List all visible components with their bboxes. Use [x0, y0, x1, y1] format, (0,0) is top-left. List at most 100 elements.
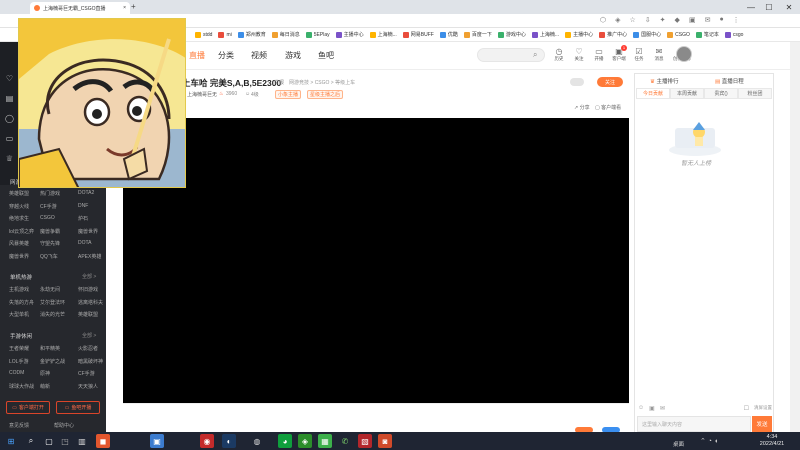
section-title[interactable]: 单机热游: [10, 273, 32, 281]
category-item[interactable]: 王者荣耀: [9, 345, 29, 352]
rank-alt[interactable]: ▤ 直播日程: [715, 77, 744, 85]
nav-video[interactable]: 视频: [251, 50, 267, 61]
category-item[interactable]: CF手游: [40, 203, 57, 210]
category-item[interactable]: 守望先锋: [40, 240, 60, 247]
tab-close-icon[interactable]: ×: [123, 5, 126, 11]
category-item[interactable]: 金铲铲之战: [40, 358, 65, 365]
minimize-button[interactable]: —: [742, 1, 760, 13]
user-avatar[interactable]: [676, 46, 692, 62]
category-item[interactable]: 失落的方舟: [9, 299, 34, 306]
category-item[interactable]: 天天狼人: [78, 383, 98, 390]
category-item[interactable]: 穿越火线: [9, 203, 29, 210]
header-message-link[interactable]: ✉ 消息: [649, 47, 669, 62]
client-watch-link[interactable]: ▢ 客户端看: [595, 104, 621, 111]
gift-chat-icon[interactable]: ✉: [660, 405, 665, 412]
bookmark-item[interactable]: 百度一下: [463, 31, 492, 38]
rank-title[interactable]: ♛ 主播排行: [650, 77, 678, 85]
category-item[interactable]: 和平精英: [40, 345, 60, 352]
taskbar-app-icon[interactable]: ▥: [75, 434, 89, 448]
category-item[interactable]: QQ飞车: [40, 253, 58, 260]
category-item[interactable]: DOTA2: [78, 190, 94, 196]
open-client-button[interactable]: ▭ 客户端打开: [6, 401, 50, 414]
streamer-name[interactable]: 上海楠哥巨无: [187, 91, 217, 98]
category-item[interactable]: CF手游: [78, 370, 95, 377]
help-link[interactable]: 帮助中心: [54, 422, 74, 429]
category-item[interactable]: 炉石: [78, 215, 88, 222]
taskbar-app-icon[interactable]: ◍: [250, 434, 264, 448]
section-more-link[interactable]: 全部 >: [82, 178, 790, 185]
task-view-icon[interactable]: ▢: [42, 434, 56, 448]
nav-category[interactable]: 分类: [218, 50, 234, 61]
fishbar-broadcast-button[interactable]: ▭ 鱼吧开播: [56, 401, 100, 414]
tab-week[interactable]: 本周贡献: [670, 88, 704, 99]
chat-input[interactable]: 这里输入聊天内容: [637, 416, 751, 432]
book-icon[interactable]: ▤: [5, 94, 14, 103]
category-item[interactable]: 球球大作战: [9, 383, 34, 390]
bookmark-item[interactable]: CSGO: [667, 31, 690, 38]
tray-icons[interactable]: ⌃ ◔ ◖: [700, 437, 718, 445]
clear-chat-checkbox[interactable]: ☐: [744, 405, 749, 412]
bookmark-item[interactable]: 上海楠...: [531, 31, 559, 38]
tab-fans[interactable]: 粉丝团: [738, 88, 772, 99]
close-window-button[interactable]: ✕: [780, 1, 798, 13]
heart-icon[interactable]: ♡: [5, 74, 14, 83]
category-item[interactable]: 暗黑破坏神: [78, 358, 103, 365]
taskbar-app-icon[interactable]: ◙: [378, 434, 392, 448]
video-icon[interactable]: ▭: [5, 134, 14, 143]
category-item[interactable]: 原神: [40, 370, 50, 377]
trophy-icon[interactable]: ♕: [5, 154, 14, 163]
maximize-button[interactable]: ☐: [760, 1, 778, 13]
follow-button[interactable]: 关注: [597, 77, 623, 87]
image-icon[interactable]: ▣: [649, 405, 655, 412]
category-item[interactable]: 艾尔登法环: [40, 299, 65, 306]
wechat-icon[interactable]: ✆: [338, 434, 352, 448]
category-item[interactable]: 大型单机: [9, 311, 29, 318]
page-scrollbar[interactable]: [790, 42, 800, 440]
header-follow-link[interactable]: ♡ 关注: [569, 47, 589, 62]
star-icon[interactable]: ☆: [630, 16, 636, 24]
send-button[interactable]: 发送: [752, 416, 772, 432]
category-item[interactable]: DNF: [78, 203, 88, 209]
browser-tab[interactable]: 上海楠哥巨无霸_CSGO直播 ×: [30, 2, 130, 14]
bookmark-item[interactable]: 5EPlay: [305, 31, 330, 38]
taskbar-app-icon[interactable]: ◈: [298, 434, 312, 448]
toggle-switch[interactable]: [570, 78, 584, 86]
category-item[interactable]: 魔兽争霸: [40, 228, 60, 235]
category-item[interactable]: 热门游戏: [40, 190, 60, 197]
puzzle-icon[interactable]: ✦: [660, 16, 666, 24]
category-item[interactable]: CSGO: [40, 215, 55, 221]
category-item[interactable]: 消失的光芒: [40, 311, 65, 318]
category-item[interactable]: 英雄联盟: [78, 311, 98, 318]
translate-icon[interactable]: ◈: [615, 16, 620, 24]
taskbar-desktop[interactable]: 桌面: [673, 440, 684, 448]
category-item[interactable]: lol云顶之弈: [9, 228, 34, 235]
bookmark-item[interactable]: 国服中心: [633, 31, 661, 38]
share-link[interactable]: ↗ 分享: [574, 104, 590, 111]
section-title[interactable]: 手游休闲: [10, 332, 32, 340]
video-player[interactable]: [123, 118, 629, 403]
taskbar-app-icon[interactable]: ◉: [200, 434, 214, 448]
windows-start-icon[interactable]: ⊞: [4, 434, 18, 448]
shield-icon[interactable]: ◆: [675, 16, 680, 24]
category-item[interactable]: 英雄联盟: [9, 190, 29, 197]
category-item[interactable]: 永劫无间: [40, 286, 60, 293]
category-item[interactable]: 魔兽世界: [78, 228, 98, 235]
category-item[interactable]: APEX英雄: [78, 253, 101, 260]
category-item[interactable]: 主机游戏: [9, 286, 29, 293]
report-link[interactable]: 举报: [274, 79, 284, 86]
section-more-link[interactable]: 全部 >: [82, 332, 790, 339]
category-item[interactable]: LOL手游: [9, 358, 28, 365]
taskbar-app-icon[interactable]: ◼: [96, 434, 110, 448]
bookmark-item[interactable]: 上海楠...: [369, 31, 397, 38]
bookmark-item[interactable]: 优酷: [439, 31, 458, 38]
category-item[interactable]: 魔兽世界: [9, 253, 29, 260]
mail-icon[interactable]: ✉: [705, 16, 711, 24]
bookmark-item[interactable]: 每日消息: [271, 31, 300, 38]
game-icon[interactable]: ▣: [689, 16, 696, 24]
tab-today[interactable]: 今日贡献: [636, 88, 670, 99]
nav-live[interactable]: 直播: [189, 50, 205, 61]
nav-game[interactable]: 游戏: [285, 50, 301, 61]
taskbar-app-icon[interactable]: ▦: [318, 434, 332, 448]
bookmark-item[interactable]: 游戏中心: [497, 31, 526, 38]
bookmark-item[interactable]: 笔记本: [695, 31, 719, 38]
